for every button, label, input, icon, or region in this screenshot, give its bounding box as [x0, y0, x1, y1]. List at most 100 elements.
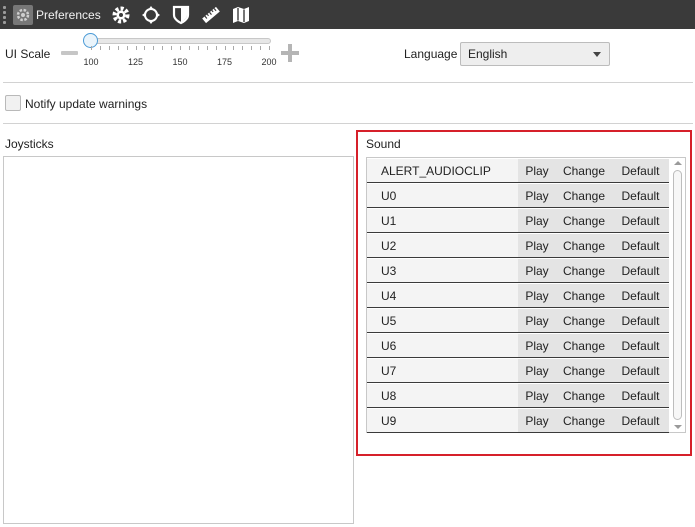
sound-row: U7 Play Change Default [367, 359, 669, 383]
toolbar-grip[interactable] [3, 4, 11, 26]
sound-name: U1 [381, 213, 397, 228]
sound-change-button[interactable]: Change [556, 184, 612, 207]
sound-play-button[interactable]: Play [518, 159, 556, 182]
sound-play-button[interactable]: Play [518, 334, 556, 357]
sound-row: U6 Play Change Default [367, 334, 669, 358]
ui-scale-tick [242, 46, 244, 50]
ui-scale-tick [233, 46, 235, 50]
ruler-button[interactable] [196, 0, 226, 29]
ui-scale-tick [135, 46, 137, 50]
sound-row: ALERT_AUDIOCLIP Play Change Default [367, 159, 669, 183]
sound-change-button[interactable]: Change [556, 234, 612, 257]
ui-scale-decrease-icon[interactable] [61, 51, 78, 55]
sound-default-button[interactable]: Default [612, 309, 669, 332]
ui-scale-tick [153, 46, 155, 50]
ui-scale-tick [188, 46, 190, 50]
sound-name: U7 [381, 363, 397, 378]
ui-scale-tick [197, 46, 199, 50]
sound-play-button[interactable]: Play [518, 284, 556, 307]
sound-change-button[interactable]: Change [556, 284, 612, 307]
preferences-tab[interactable]: Preferences [11, 0, 106, 29]
map-icon [232, 6, 249, 23]
sound-default-button[interactable]: Default [612, 259, 669, 282]
ui-scale-tick [260, 46, 262, 50]
sound-change-button[interactable]: Change [556, 209, 612, 232]
sound-play-button[interactable]: Play [518, 359, 556, 382]
ui-scale-tick [126, 46, 128, 50]
sound-change-button[interactable]: Change [556, 384, 612, 407]
sound-change-button[interactable]: Change [556, 259, 612, 282]
ui-scale-tick-label: 125 [127, 57, 144, 67]
sound-name: U8 [381, 388, 397, 403]
gear-icon [112, 6, 130, 23]
ui-scale-increase-icon[interactable] [281, 44, 299, 62]
ui-scale-tick-label: 150 [172, 57, 188, 67]
sound-name: U5 [381, 313, 397, 328]
ruler-icon [201, 6, 220, 23]
sound-default-button[interactable]: Default [612, 159, 669, 182]
joysticks-list[interactable] [3, 156, 354, 524]
sound-name: U4 [381, 288, 397, 303]
shield-button[interactable] [166, 0, 196, 29]
sound-play-button[interactable]: Play [518, 209, 556, 232]
toolbar: Preferences [0, 0, 695, 29]
sound-default-button[interactable]: Default [612, 359, 669, 382]
sound-default-button[interactable]: Default [612, 409, 669, 432]
ui-scale-tick-label: 100 [83, 57, 99, 67]
scroll-thumb[interactable] [673, 170, 682, 420]
sound-row: U8 Play Change Default [367, 384, 669, 408]
sound-change-button[interactable]: Change [556, 309, 612, 332]
ui-scale-tick [224, 46, 226, 50]
map-button[interactable] [226, 0, 256, 29]
scroll-up-icon[interactable] [674, 161, 682, 165]
ui-scale-label: UI Scale [5, 47, 51, 61]
ui-scale-tick [171, 46, 173, 50]
sound-name: U9 [381, 413, 397, 428]
preferences-label: Preferences [36, 7, 101, 22]
move-button[interactable] [136, 0, 166, 29]
ui-scale-tick [91, 46, 92, 50]
divider [3, 82, 693, 83]
chevron-down-icon [593, 52, 601, 57]
sound-change-button[interactable]: Change [556, 334, 612, 357]
ui-scale-tick [269, 46, 270, 50]
ui-scale-tick [206, 46, 208, 50]
sound-change-button[interactable]: Change [556, 409, 612, 432]
sound-default-button[interactable]: Default [612, 384, 669, 407]
ui-scale-tick [99, 46, 101, 50]
scroll-down-icon[interactable] [674, 425, 682, 429]
sound-default-button[interactable]: Default [612, 184, 669, 207]
sound-row: U1 Play Change Default [367, 209, 669, 233]
language-select[interactable]: English [460, 42, 610, 66]
notify-update-warnings-checkbox[interactable] [5, 95, 21, 111]
sound-row: U3 Play Change Default [367, 259, 669, 283]
sound-change-button[interactable]: Change [556, 359, 612, 382]
sound-row: U5 Play Change Default [367, 309, 669, 333]
sound-play-button[interactable]: Play [518, 184, 556, 207]
sound-default-button[interactable]: Default [612, 234, 669, 257]
sound-list-scrollbar[interactable] [671, 158, 685, 432]
sound-default-button[interactable]: Default [612, 209, 669, 232]
sound-play-button[interactable]: Play [518, 259, 556, 282]
joysticks-label: Joysticks [5, 137, 54, 151]
sound-row: U9 Play Change Default [367, 409, 669, 433]
sound-play-button[interactable]: Play [518, 384, 556, 407]
sound-default-button[interactable]: Default [612, 334, 669, 357]
sound-name: ALERT_AUDIOCLIP [381, 163, 491, 178]
gear-button[interactable] [106, 0, 136, 29]
ui-scale-slider-track[interactable] [88, 38, 271, 44]
sound-play-button[interactable]: Play [518, 234, 556, 257]
sound-label: Sound [366, 137, 401, 151]
ui-scale-tick [144, 46, 146, 50]
notify-update-warnings-label: Notify update warnings [25, 97, 148, 111]
sound-play-button[interactable]: Play [518, 309, 556, 332]
ui-scale-tick [251, 46, 253, 50]
sound-play-button[interactable]: Play [518, 409, 556, 432]
sound-row: U2 Play Change Default [367, 234, 669, 258]
sound-default-button[interactable]: Default [612, 284, 669, 307]
ui-scale-tick [108, 46, 110, 50]
sound-change-button[interactable]: Change [556, 159, 612, 182]
preferences-gear-icon [13, 4, 33, 25]
ui-scale-tick [180, 46, 181, 50]
ui-scale-tick-label: 175 [216, 57, 233, 67]
